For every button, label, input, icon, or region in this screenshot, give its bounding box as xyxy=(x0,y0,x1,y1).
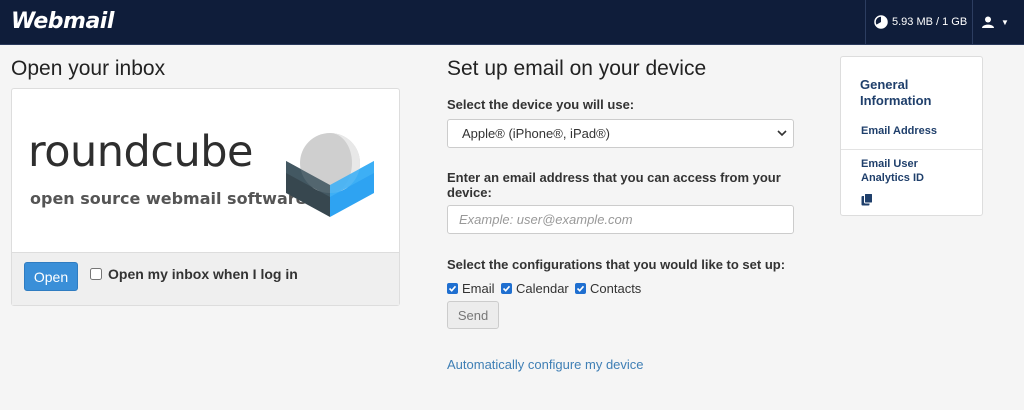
copy-icon[interactable] xyxy=(861,193,873,206)
roundcube-tagline: open source webmail software xyxy=(30,189,307,208)
open-inbox-heading: Open your inbox xyxy=(11,57,166,80)
config-contacts-option[interactable]: Contacts xyxy=(575,281,641,296)
config-label: Select the configurations that you would… xyxy=(447,257,786,272)
user-menu[interactable]: ▼ xyxy=(982,13,1009,31)
general-info-title: General Information xyxy=(860,77,932,108)
roundcube-logo[interactable]: roundcube open source webmail software xyxy=(28,127,388,227)
config-contacts-label: Contacts xyxy=(590,281,642,296)
chevron-down-icon xyxy=(777,130,787,137)
caret-down-icon: ▼ xyxy=(1001,17,1009,27)
config-calendar-option[interactable]: Calendar xyxy=(501,281,569,296)
setup-heading: Set up email on your device xyxy=(447,57,707,80)
device-select[interactable]: Apple® (iPhone®, iPad®) xyxy=(447,119,794,148)
general-info-card: General Information Email Address Email … xyxy=(840,56,983,216)
roundcube-wordmark: roundcube xyxy=(28,127,254,177)
open-on-login-option[interactable]: Open my inbox when I log in xyxy=(90,266,298,282)
divider xyxy=(972,0,973,44)
config-calendar-label: Calendar xyxy=(516,281,569,296)
checkbox-checked-icon[interactable] xyxy=(575,283,586,294)
config-email-label: Email xyxy=(462,281,495,296)
device-selected-value: Apple® (iPhone®, iPad®) xyxy=(462,126,610,141)
auto-configure-link[interactable]: Automatically configure my device xyxy=(447,357,644,372)
open-button[interactable]: Open xyxy=(24,262,78,291)
divider xyxy=(841,149,982,150)
top-bar: Webmail 5.93 MB / 1 GB ▼ xyxy=(0,0,1024,45)
roundcube-icon xyxy=(286,133,374,217)
send-button[interactable]: Send xyxy=(447,301,499,329)
disk-quota[interactable]: 5.93 MB / 1 GB xyxy=(874,13,967,31)
webmail-logo[interactable]: Webmail xyxy=(11,9,114,34)
analytics-id-label: Email User Analytics ID xyxy=(861,158,924,184)
inbox-card: roundcube open source webmail software O… xyxy=(11,88,400,306)
divider xyxy=(865,0,866,44)
email-label: Enter an email address that you can acce… xyxy=(447,170,781,200)
open-on-login-checkbox[interactable] xyxy=(90,268,102,280)
user-icon xyxy=(982,16,994,28)
inbox-card-footer: Open Open my inbox when I log in xyxy=(12,252,399,305)
device-label: Select the device you will use: xyxy=(447,97,635,112)
open-on-login-label: Open my inbox when I log in xyxy=(108,266,298,282)
email-input[interactable] xyxy=(447,205,794,234)
email-address-label: Email Address xyxy=(861,125,938,137)
quota-text: 5.93 MB / 1 GB xyxy=(892,16,968,28)
config-email-option[interactable]: Email xyxy=(447,281,495,296)
checkbox-checked-icon[interactable] xyxy=(447,283,458,294)
checkbox-checked-icon[interactable] xyxy=(501,283,512,294)
pie-chart-icon xyxy=(874,15,888,29)
